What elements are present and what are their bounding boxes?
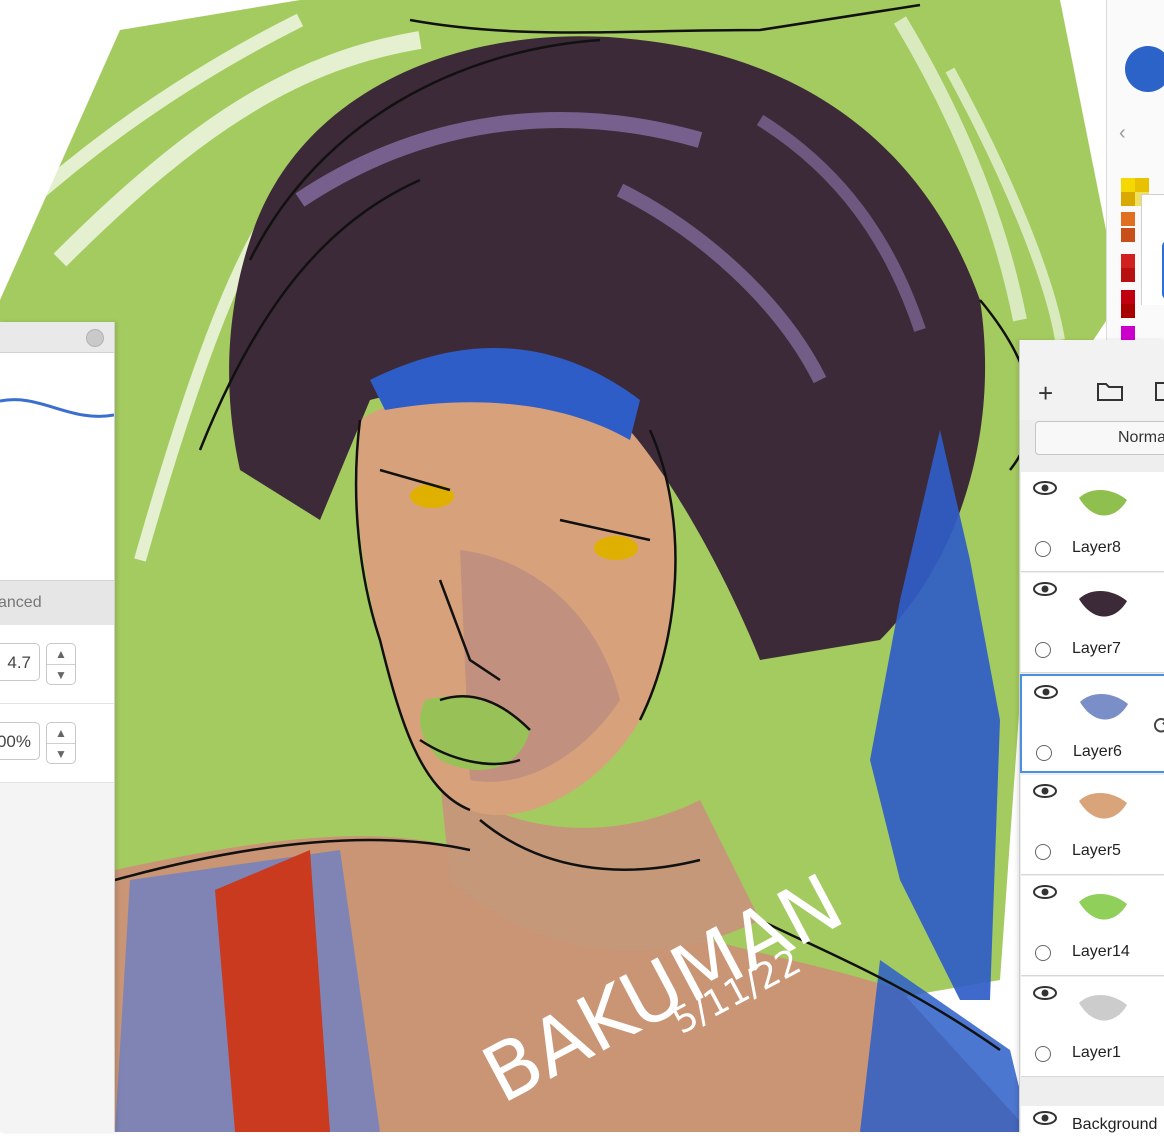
layer-thumbnail — [1079, 489, 1127, 516]
layer-name: Layer1 — [1072, 1044, 1121, 1061]
layer-select-radio[interactable] — [1035, 642, 1051, 658]
color-swatch[interactable] — [1121, 326, 1135, 340]
layer-name: Layer7 — [1072, 640, 1121, 657]
layer-row[interactable]: Layer6 ⟳ — [1020, 674, 1164, 773]
layer-select-radio[interactable] — [1035, 541, 1051, 557]
color-palette-panel: ‹ — [1106, 0, 1164, 340]
color-swatch[interactable] — [1121, 228, 1135, 242]
add-layer-icon[interactable]: + — [1038, 380, 1053, 406]
layer-row[interactable]: Layer5 — [1021, 775, 1164, 875]
color-swatch[interactable] — [1121, 304, 1135, 318]
pressure-curve-icon — [0, 398, 115, 418]
layer-toolbar: + — [1020, 340, 1164, 420]
layer-name: Layer8 — [1072, 539, 1121, 556]
thickness-stepper[interactable]: ▲ ▼ — [46, 643, 76, 685]
layer-row[interactable]: Layer7 — [1021, 573, 1164, 673]
stepper-down-icon[interactable]: ▼ — [47, 664, 75, 685]
opacity-stepper[interactable]: ▲ ▼ — [46, 722, 76, 764]
tab-advanced[interactable]: anced — [0, 580, 114, 626]
rotate-handle-icon[interactable]: ⟳ — [1153, 712, 1164, 741]
color-swatch[interactable] — [1135, 178, 1149, 192]
close-panel-button[interactable] — [86, 329, 104, 347]
eye-icon[interactable] — [1033, 783, 1057, 799]
layer-row[interactable]: Layer8 — [1021, 472, 1164, 572]
eye-icon[interactable] — [1033, 985, 1057, 1001]
layer-thumbnail — [1079, 590, 1127, 617]
eye-icon[interactable] — [1033, 581, 1057, 597]
layer-select-radio[interactable] — [1035, 945, 1051, 961]
color-swatch[interactable] — [1121, 254, 1135, 268]
thickness-value-field[interactable]: 4.7 — [0, 643, 40, 681]
layer-thumbnail — [1079, 792, 1127, 819]
layer-name: Layer5 — [1072, 842, 1121, 859]
brush-settings-panel: anced 4.7 ▲ ▼ 00% ▲ ▼ — [0, 322, 115, 1132]
brush-panel-titlebar[interactable] — [0, 322, 114, 353]
eye-icon[interactable] — [1034, 684, 1058, 700]
opacity-row: 00% ▲ ▼ — [0, 704, 114, 783]
color-swatch[interactable] — [1121, 212, 1135, 226]
stepper-up-icon[interactable]: ▲ — [47, 723, 75, 743]
palette-popup[interactable] — [1141, 194, 1164, 305]
image-import-icon[interactable] — [1154, 380, 1164, 406]
color-swatch[interactable] — [1121, 178, 1135, 192]
layer-select-radio[interactable] — [1035, 1046, 1051, 1062]
layer-row[interactable]: Layer14 — [1021, 876, 1164, 976]
layer-thumbnail — [1079, 893, 1127, 920]
layer-name: Layer6 — [1073, 743, 1122, 760]
layer-thumbnail — [1079, 994, 1127, 1021]
stepper-down-icon[interactable]: ▼ — [47, 743, 75, 764]
color-swatch[interactable] — [1121, 290, 1135, 304]
folder-icon[interactable] — [1096, 380, 1124, 406]
drawing-canvas[interactable]: BAKUMAN 5/11/22 — [0, 0, 1164, 1132]
chevron-left-icon[interactable]: ‹ — [1119, 122, 1126, 145]
current-color-swatch[interactable] — [1125, 46, 1164, 92]
layer-name: Background — [1072, 1116, 1158, 1133]
stepper-up-icon[interactable]: ▲ — [47, 644, 75, 664]
blend-mode-select[interactable]: Normal — [1035, 421, 1164, 455]
artwork-illustration: BAKUMAN 5/11/22 — [0, 0, 1164, 1132]
layer-panel: + Normal Layer8 Layer7 Layer6 ⟳ Layer5 Layer1… — [1019, 340, 1164, 1136]
thickness-row: 4.7 ▲ ▼ — [0, 625, 114, 704]
eye-icon[interactable] — [1033, 1110, 1057, 1126]
color-swatch[interactable] — [1121, 268, 1135, 282]
eye-icon[interactable] — [1033, 884, 1057, 900]
layer-name: Layer14 — [1072, 943, 1130, 960]
layer-thumbnail — [1080, 693, 1128, 720]
layer-row[interactable]: Layer1 — [1021, 977, 1164, 1077]
layer-select-radio[interactable] — [1036, 745, 1052, 761]
color-swatch[interactable] — [1121, 192, 1135, 206]
opacity-value-field[interactable]: 00% — [0, 722, 40, 760]
eye-icon[interactable] — [1033, 480, 1057, 496]
pressure-curve-graph[interactable] — [0, 353, 115, 581]
layer-select-radio[interactable] — [1035, 844, 1051, 860]
